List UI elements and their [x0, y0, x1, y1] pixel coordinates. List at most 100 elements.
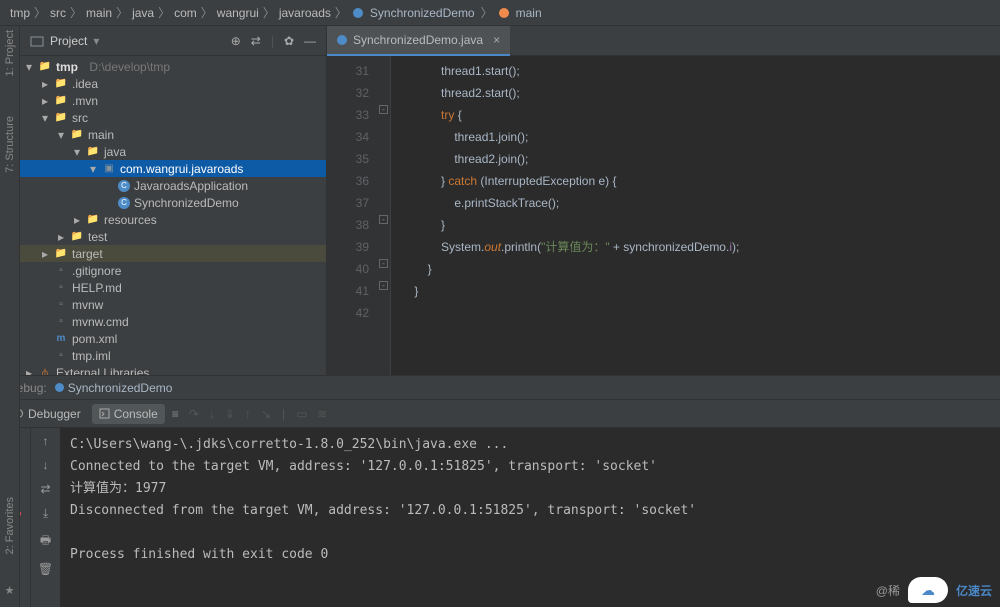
folder-icon: 📁 [54, 111, 68, 125]
bc-seg[interactable]: com [174, 6, 197, 20]
tree-item[interactable]: ▫tmp.iml [20, 347, 326, 364]
class-icon: C [118, 197, 130, 209]
bc-method[interactable]: main [497, 6, 544, 20]
tree-item[interactable]: ▸📁.mvn [20, 92, 326, 109]
folder-icon: 📁 [38, 60, 52, 74]
fold-marker[interactable]: - [379, 215, 388, 224]
tree-item[interactable]: ▫mvnw.cmd [20, 313, 326, 330]
tree-item[interactable]: ▸📁.idea [20, 75, 326, 92]
folder-icon: 📁 [70, 230, 84, 244]
tree-item[interactable]: ▸📁resources [20, 211, 326, 228]
brand-icon: ☁ [908, 577, 948, 603]
bc-seg[interactable]: javaroads [279, 6, 331, 20]
lib-icon: ⫛ [38, 366, 52, 376]
editor-tabs: SynchronizedDemo.java × [327, 26, 1000, 56]
breadcrumb: tmp〉 src〉 main〉 java〉 com〉 wangrui〉 java… [0, 0, 1000, 26]
evaluate-icon[interactable]: ▭ [296, 407, 307, 421]
step-over-icon[interactable]: ↷ [189, 407, 199, 421]
console-icon [99, 408, 110, 419]
fold-gutter[interactable]: - - - - [377, 56, 391, 375]
fold-marker[interactable]: - [379, 259, 388, 268]
tree-item[interactable]: ▸📁target [20, 245, 326, 262]
folder-icon: 📁 [86, 145, 100, 159]
folder-icon: 📁 [86, 213, 100, 227]
project-panel: Project ▾ ⊕ ⇄ | ✿ — ▾📁 tmp D:\develop\tm… [20, 26, 327, 375]
class-icon: C [118, 180, 130, 192]
pkg-icon: ▣ [102, 162, 116, 176]
folder-icon: 📁 [54, 77, 68, 91]
build-icon[interactable]: ★ [5, 584, 15, 597]
up-icon[interactable]: ↑ [43, 434, 49, 448]
tree-item[interactable]: ▾▣com.wangrui.javaroads [20, 160, 326, 177]
left-tool-bar: 1: Project 7: Structure [0, 26, 20, 375]
locate-icon[interactable]: ⊕ [231, 34, 241, 48]
tree-item[interactable]: CSynchronizedDemo [20, 194, 326, 211]
bc-seg[interactable]: java [132, 6, 154, 20]
class-icon [353, 8, 363, 18]
tree-item[interactable]: ▫mvnw [20, 296, 326, 313]
down-icon[interactable]: ↓ [43, 458, 49, 472]
threads-icon[interactable]: ≡ [172, 407, 179, 421]
m-icon: m [54, 332, 68, 346]
debug-config[interactable]: SynchronizedDemo [55, 381, 173, 395]
clear-icon[interactable]: 🗑 [38, 562, 53, 576]
console-output[interactable]: C:\Users\wang-\.jdks\corretto-1.8.0_252\… [60, 428, 1000, 607]
print-icon[interactable]: 🖶 [40, 531, 51, 552]
watermark: @稀 ☁ 亿速云 [876, 577, 992, 603]
collapse-icon[interactable]: ⇄ [251, 34, 261, 48]
run-to-cursor-icon[interactable]: ↘ [261, 407, 271, 421]
editor-tab[interactable]: SynchronizedDemo.java × [327, 26, 510, 56]
close-icon[interactable]: × [493, 33, 500, 47]
class-icon [337, 35, 347, 45]
editor: SynchronizedDemo.java × 3132333435363738… [327, 26, 1000, 375]
folder-icon: 📁 [70, 128, 84, 142]
file-icon: ▫ [54, 298, 68, 312]
fold-marker[interactable]: - [379, 281, 388, 290]
line-gutter: 313233343536373839404142 [327, 56, 377, 375]
tree-item[interactable]: mpom.xml [20, 330, 326, 347]
tree-item[interactable]: ▾📁java [20, 143, 326, 160]
project-title[interactable]: Project ▾ [30, 34, 99, 48]
bc-seg[interactable]: tmp [10, 6, 30, 20]
tree-item[interactable]: ▸📁test [20, 228, 326, 245]
project-icon [30, 34, 44, 48]
tree-item[interactable]: ▾📁src [20, 109, 326, 126]
tab-project[interactable]: 1: Project [4, 30, 16, 76]
file-icon: ▫ [54, 281, 68, 295]
tab-favorites[interactable]: 2: Favorites [4, 497, 16, 554]
fold-marker[interactable]: - [379, 105, 388, 114]
file-icon: ▫ [54, 264, 68, 278]
tab-structure[interactable]: 7: Structure [4, 116, 16, 173]
bc-seg[interactable]: main [86, 6, 112, 20]
step-out-icon[interactable]: ↑ [245, 407, 251, 421]
trace-icon[interactable]: ≋ [317, 407, 327, 421]
debug-sidebar-2: ↑ ↓ ⇄ ⤓ 🖶 🗑 [30, 428, 60, 607]
code-area[interactable]: 313233343536373839404142 - - - - thread1… [327, 56, 1000, 375]
debug-panel: Debug: SynchronizedDemo Debugger Console… [0, 375, 1000, 607]
tree-item[interactable]: ▾📁main [20, 126, 326, 143]
bc-class[interactable]: SynchronizedDemo [351, 6, 477, 20]
tree-item[interactable]: ▫.gitignore [20, 262, 326, 279]
bc-seg[interactable]: src [50, 6, 66, 20]
tree-item[interactable]: ▫HELP.md [20, 279, 326, 296]
folder-icon: 📁 [54, 94, 68, 108]
file-icon: ▫ [54, 315, 68, 329]
scroll-icon[interactable]: ⤓ [43, 506, 48, 521]
folder-o-icon: 📁 [54, 247, 68, 261]
method-icon [499, 8, 509, 18]
bc-seg[interactable]: wangrui [217, 6, 259, 20]
step-into-icon[interactable]: ↓ [209, 407, 215, 421]
class-icon [55, 383, 64, 392]
tree-root[interactable]: ▾📁 tmp D:\develop\tmp [20, 58, 326, 75]
force-step-icon[interactable]: ⇓ [225, 407, 235, 421]
tree-ext-lib[interactable]: ▸⫛ External Libraries [20, 364, 326, 375]
project-tree[interactable]: ▾📁 tmp D:\develop\tmp ▸📁.idea▸📁.mvn▾📁src… [20, 56, 326, 375]
left-bottom-bar: 2: Favorites ★ [0, 375, 20, 607]
file-icon: ▫ [54, 349, 68, 363]
tree-item[interactable]: CJavaroadsApplication [20, 177, 326, 194]
hide-icon[interactable]: — [304, 34, 316, 48]
code-content[interactable]: thread1.start(); thread2.start(); try { … [391, 56, 1000, 375]
console-tab[interactable]: Console [92, 404, 165, 424]
wrap-icon[interactable]: ⇄ [40, 482, 50, 496]
settings-icon[interactable]: ✿ [284, 34, 294, 48]
